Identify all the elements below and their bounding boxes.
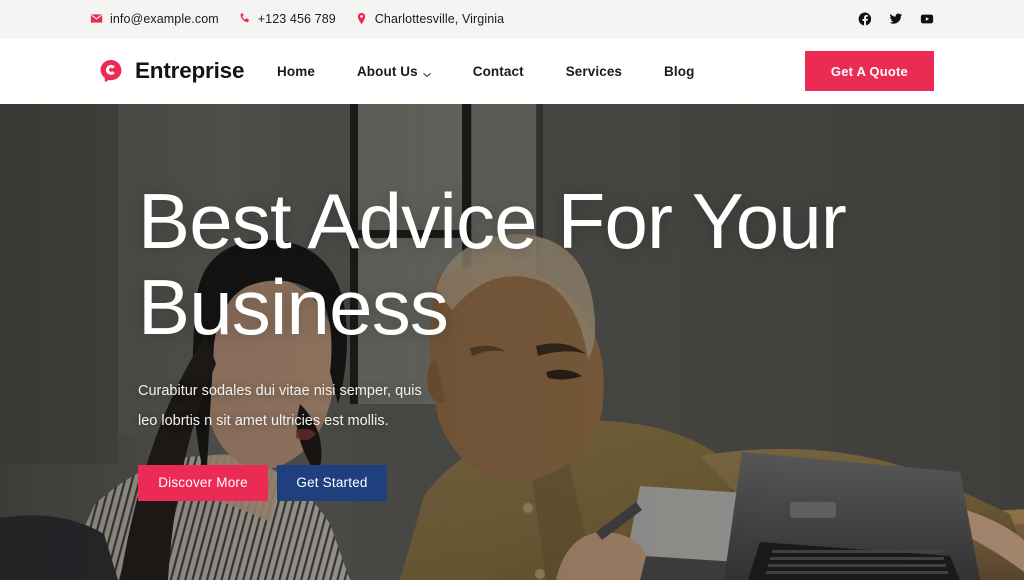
topbar-email-text: info@example.com [110,11,219,26]
hero-content: Best Advice For Your Business Curabitur … [138,104,898,580]
envelope-icon [90,12,103,25]
twitter-icon[interactable] [889,12,903,26]
nav-item-services[interactable]: Services [545,64,643,79]
nav-item-blog-label: Blog [664,63,695,79]
nav-item-about-us[interactable]: About Us [336,64,452,79]
get-a-quote-button[interactable]: Get A Quote [804,51,934,91]
topbar-location[interactable]: Charlottesville, Virginia [355,12,504,26]
topbar-phone-text: +123 456 789 [257,11,336,26]
hero-section: Best Advice For Your Business Curabitur … [0,104,1024,580]
facebook-icon[interactable] [858,12,872,26]
discover-more-button[interactable]: Discover More [138,464,268,501]
chevron-down-icon [423,67,431,78]
site-header: Entreprise Home About Us Contact Service… [0,38,1024,104]
logo-link[interactable]: Entreprise [98,58,244,84]
topbar-email[interactable]: info@example.com [90,12,219,26]
topbar-location-text: Charlottesville, Virginia [374,11,505,26]
topbar-contact-list: info@example.com +123 456 789 Charlottes… [90,12,504,26]
get-started-button[interactable]: Get Started [277,464,387,501]
hero-subtitle: Curabitur sodales dui vitae nisi semper,… [138,382,422,429]
nav-item-home-label: Home [277,63,315,79]
speech-bubble-c-logo-icon [98,58,124,84]
phone-icon [238,12,251,25]
top-contact-bar: info@example.com +123 456 789 Charlottes… [0,0,1024,38]
social-links [858,12,934,26]
main-navigation: Home About Us Contact Services Blog [256,64,715,79]
map-pin-icon [355,12,368,25]
youtube-icon[interactable] [920,12,934,26]
brand-name: Entreprise [135,58,245,83]
nav-item-services-label: Services [565,63,623,79]
hero-actions: Discover More Get Started [138,464,898,501]
nav-item-contact-label: Contact [472,63,524,79]
hero-title: Best Advice For Your Business [138,176,847,351]
nav-item-contact[interactable]: Contact [452,64,545,79]
topbar-phone[interactable]: +123 456 789 [238,12,336,26]
nav-item-home[interactable]: Home [256,64,336,79]
nav-item-blog[interactable]: Blog [643,64,715,79]
nav-item-about-us-label: About Us [356,63,418,79]
